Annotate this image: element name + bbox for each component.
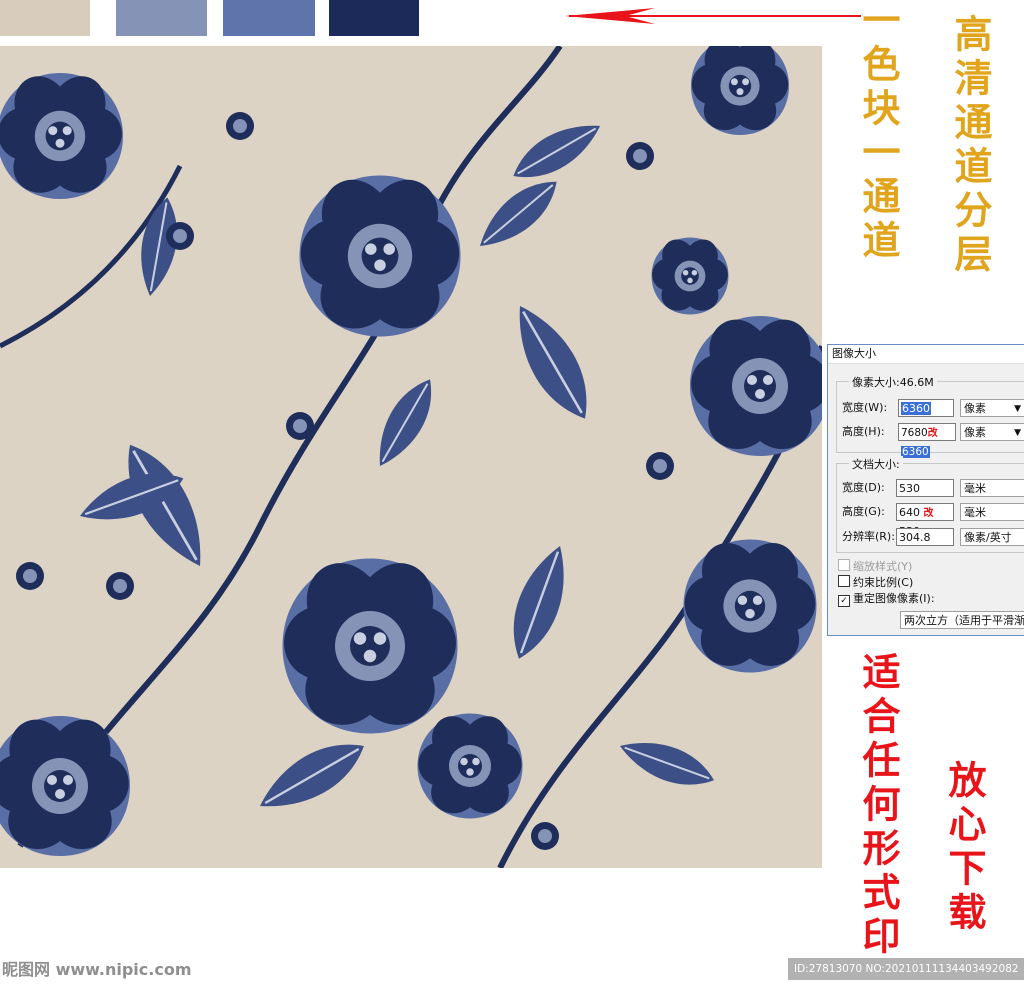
- doc-height-label: 高度(G):: [842, 505, 885, 518]
- arrow-left-icon: [565, 8, 861, 24]
- resolution-value: 304.8: [899, 531, 931, 544]
- scale-styles-checkbox[interactable]: 缩放样式(Y): [838, 559, 912, 575]
- doc-width-input[interactable]: 530: [896, 479, 954, 497]
- pixel-width-input[interactable]: 6360: [898, 399, 954, 417]
- constrain-label: 约束比例(C): [853, 576, 914, 589]
- caption-hd-channel-layers: 高清通道分层: [948, 14, 993, 278]
- swatch-beige: [0, 0, 90, 36]
- swatch-slate-blue: [116, 0, 207, 36]
- resample-checkbox[interactable]: ✓ 重定图像像素(I):: [838, 591, 935, 607]
- change-mark: 改: [923, 508, 934, 519]
- pixel-size-label: 像素大小:46.6M: [849, 374, 937, 390]
- resolution-row: 分辨率(R):: [842, 527, 898, 547]
- resolution-label: 分辨率(R):: [842, 530, 895, 543]
- resample-label: 重定图像像素(I):: [853, 592, 935, 605]
- check-icon: ✓: [838, 595, 850, 607]
- doc-width-value: 530: [899, 482, 920, 495]
- doc-height-unit-select[interactable]: 毫米: [960, 503, 1024, 521]
- resample-method-select[interactable]: 两次立方（适用于平滑渐变）: [900, 611, 1024, 629]
- pixel-height-new-value: 6360: [901, 446, 930, 458]
- swatch-navy: [329, 0, 419, 36]
- pixel-width-row: 宽度(W):: [842, 398, 898, 418]
- pixel-width-unit: 像素: [964, 402, 986, 415]
- doc-height-input[interactable]: 640 改 530: [896, 503, 954, 538]
- height-label: 高度(H):: [842, 425, 885, 438]
- resample-method: 两次立方（适用于平滑渐变）: [904, 614, 1024, 627]
- swatch-medium-blue: [223, 0, 315, 36]
- pixel-height-input[interactable]: 7680改 6360: [898, 423, 956, 458]
- pixel-height-unit: 像素: [964, 426, 986, 439]
- pixel-height-unit-select[interactable]: 像素 ▼: [960, 423, 1024, 441]
- doc-width-unit-select[interactable]: 毫米: [960, 479, 1024, 497]
- site-watermark: 昵图网 www.nipic.com: [2, 960, 192, 979]
- doc-width-row: 宽度(D):: [842, 478, 898, 498]
- pixel-width-value: 6360: [901, 402, 931, 415]
- floral-pattern: [0, 46, 822, 868]
- id-watermark: ID:27813070 NO:20210111134403492082: [788, 958, 1024, 980]
- resolution-input[interactable]: 304.8: [896, 528, 954, 546]
- doc-height-old-value: 640: [899, 506, 920, 519]
- floral-pattern-artwork: [0, 46, 822, 868]
- scale-styles-label: 缩放样式(Y): [853, 560, 913, 573]
- width-label: 宽度(W):: [842, 401, 888, 414]
- doc-width-unit: 毫米: [964, 482, 986, 495]
- doc-width-label: 宽度(D):: [842, 481, 885, 494]
- caption-fits-any-printing: 适合任何形式印: [856, 652, 901, 960]
- caption-one-color-one-channel: 一色块一通道: [856, 0, 901, 264]
- checkbox-box: [838, 575, 850, 587]
- dialog-title: 图像大小: [828, 345, 1024, 364]
- image-size-dialog: 图像大小 像素大小:46.6M 宽度(W): 6360 像素 ▼ 高度(H): …: [827, 344, 1024, 636]
- chevron-down-icon: ▼: [1014, 428, 1021, 438]
- caption-download-worry-free: 放心下载: [942, 760, 987, 936]
- document-size-label: 文档大小:: [849, 456, 903, 472]
- constrain-proportions-checkbox[interactable]: 约束比例(C): [838, 575, 913, 591]
- pixel-height-old-value: 7680: [901, 427, 928, 439]
- checkbox-box: [838, 559, 850, 571]
- change-mark: 改: [927, 428, 938, 439]
- pixel-width-unit-select[interactable]: 像素 ▼: [960, 399, 1024, 417]
- chevron-down-icon: ▼: [1014, 404, 1021, 414]
- pixel-height-row: 高度(H):: [842, 422, 898, 442]
- resolution-unit-select[interactable]: 像素/英寸: [960, 528, 1024, 546]
- doc-height-unit: 毫米: [964, 506, 986, 519]
- doc-height-row: 高度(G):: [842, 502, 898, 522]
- resolution-unit: 像素/英寸: [964, 531, 1012, 544]
